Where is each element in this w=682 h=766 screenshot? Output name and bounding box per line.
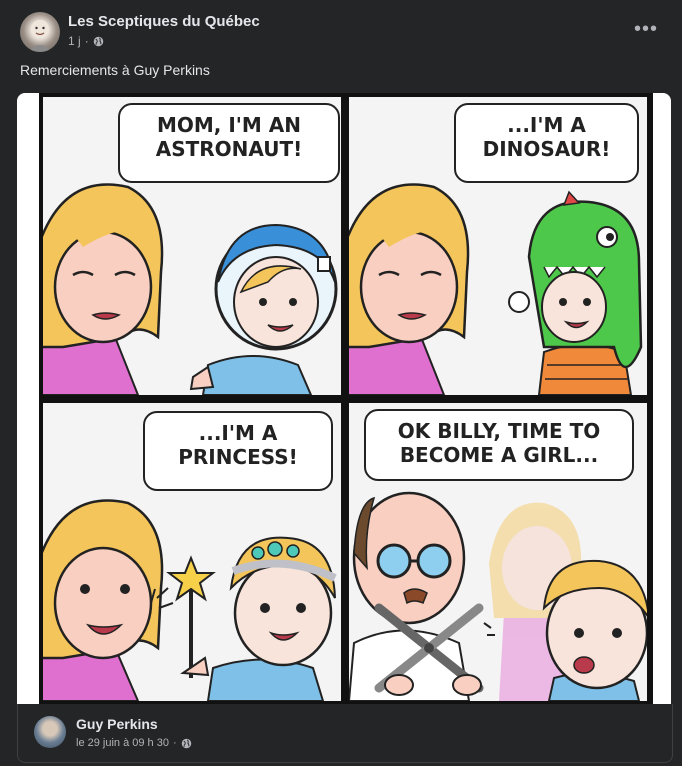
shared-author-avatar[interactable]	[34, 716, 66, 748]
shared-meta-separator: ·	[172, 737, 177, 749]
speech-bubble: MOM, I'M AN ASTRONAUT!	[118, 103, 340, 183]
comic-panel-dinosaur: ...I'M A DINOSAUR!	[349, 97, 647, 395]
comic-panel-astronaut: MOM, I'M AN ASTRONAUT!	[43, 97, 341, 395]
post-caption: Remerciements à Guy Perkins	[20, 62, 210, 78]
post-meta: 1 j ·	[68, 34, 104, 48]
comic-panel-doctor: OK BILLY, TIME TO BECOME A GIRL...	[349, 403, 647, 701]
post-time[interactable]: 1 j	[68, 34, 81, 48]
speech-bubble: OK BILLY, TIME TO BECOME A GIRL...	[364, 409, 634, 481]
speech-bubble: ...I'M A PRINCESS!	[143, 411, 333, 491]
shared-from-attribution[interactable]: Guy Perkins le 29 juin à 09 h 30 ·	[17, 704, 673, 763]
page-avatar[interactable]	[20, 12, 60, 52]
page-avatar-image	[28, 20, 52, 52]
globe-icon	[181, 738, 191, 748]
comic-strip: MOM, I'M AN ASTRONAUT! ...I'M A DINOSAUR…	[39, 93, 653, 704]
page-name[interactable]: Les Sceptiques du Québec	[68, 13, 260, 30]
shared-date[interactable]: le 29 juin à 09 h 30	[76, 737, 169, 749]
shared-author-name[interactable]: Guy Perkins	[76, 716, 158, 732]
comic-panel-princess: ...I'M A PRINCESS!	[43, 403, 341, 701]
shared-meta: le 29 juin à 09 h 30 ·	[76, 737, 192, 749]
meta-separator: ·	[84, 34, 89, 48]
post-card: Les Sceptiques du Québec 1 j · ••• Remer…	[0, 0, 682, 766]
more-options-icon[interactable]: •••	[634, 18, 658, 41]
globe-icon	[93, 36, 103, 46]
speech-bubble: ...I'M A DINOSAUR!	[454, 103, 639, 183]
post-image[interactable]: MOM, I'M AN ASTRONAUT! ...I'M A DINOSAUR…	[17, 93, 671, 704]
